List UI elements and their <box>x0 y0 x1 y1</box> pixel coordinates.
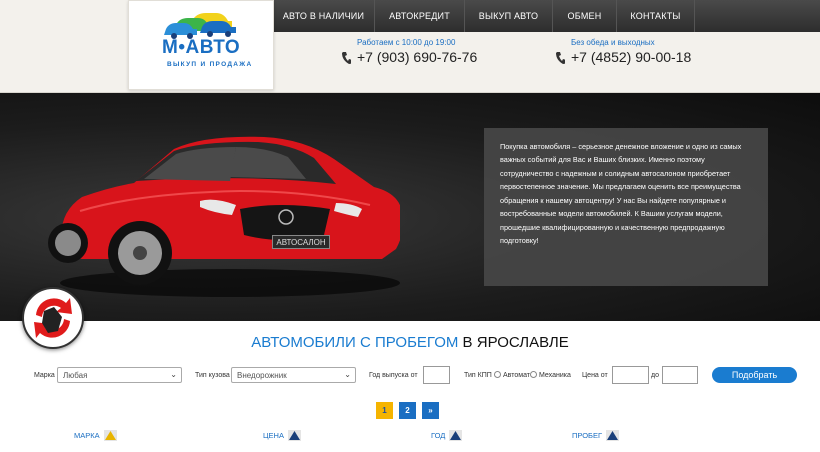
sort-asc-icon <box>287 430 301 441</box>
section-title: АВТОМОБИЛИ С ПРОБЕГОМ В ЯРОСЛАВЛЕ <box>0 334 820 351</box>
chevron-down-icon: ⌄ <box>170 370 177 379</box>
logo-cars-icon <box>164 13 236 39</box>
submit-search-button[interactable]: Подобрать <box>712 367 797 383</box>
brand-label: Марка <box>34 372 55 379</box>
sort-asc-icon <box>103 430 117 441</box>
year-from-label: Год выпуска от <box>369 372 418 379</box>
nav-item-contacts[interactable]: КОНТАКТЫ <box>617 0 695 32</box>
section-title-highlight: АВТОМОБИЛИ С ПРОБЕГОМ <box>251 334 459 351</box>
section-title-rest: В ЯРОСЛАВЛЕ <box>458 334 569 351</box>
body-type-label: Тип кузова <box>195 372 230 379</box>
site-logo[interactable]: М•АВТО выкуп и продажа <box>128 0 274 90</box>
hero-info-box: Покупка автомобиля – серьезное денежное … <box>484 128 768 286</box>
license-plate: АВТОСАЛОН <box>272 235 330 249</box>
contact-block-2: Без обеда и выходных +7 (4852) 90-00-18 <box>555 38 691 65</box>
sort-brand[interactable]: МАРКА <box>74 430 117 441</box>
sort-mileage[interactable]: ПРОБЕГ <box>572 430 620 441</box>
sort-asc-icon <box>449 430 463 441</box>
nav-item-cars-in-stock[interactable]: АВТО В НАЛИЧИИ <box>273 0 375 32</box>
brand-select[interactable]: Любая ⌄ <box>57 367 182 383</box>
page-1-button[interactable]: 1 <box>376 402 393 419</box>
page-2-button[interactable]: 2 <box>399 402 416 419</box>
price-to-input[interactable] <box>662 366 698 384</box>
gearbox-auto-radio[interactable] <box>494 371 501 378</box>
phone-icon <box>556 52 565 64</box>
gearbox-auto-label: Автомат <box>503 372 531 379</box>
contact-block-1: Работаем с 10:00 до 19:00 +7 (903) 690-7… <box>341 38 477 65</box>
gearbox-manual-label: Механика <box>539 372 571 379</box>
nav-item-buyout[interactable]: ВЫКУП АВТО <box>465 0 553 32</box>
no-break-hours: Без обеда и выходных <box>571 38 655 47</box>
red-car-image <box>48 136 400 297</box>
hero-banner: АВТОСАЛОН Покупка автомобиля – серьезное… <box>0 93 820 321</box>
sort-price-label: ЦЕНА <box>263 431 284 440</box>
chevron-down-icon: ⌄ <box>344 370 351 379</box>
next-page-button[interactable]: » <box>422 402 439 419</box>
gearbox-label: Тип КПП <box>464 372 492 379</box>
body-type-select-value: Внедорожник <box>237 371 287 380</box>
logo-wordmark: М•АВТО <box>162 37 241 58</box>
hero-description: Покупка автомобиля – серьезное денежное … <box>500 142 742 246</box>
nav-item-autocredit[interactable]: АВТОКРЕДИТ <box>375 0 465 32</box>
nav-item-exchange[interactable]: ОБМЕН <box>553 0 617 32</box>
gearbox-manual-radio[interactable] <box>530 371 537 378</box>
phone-number-2[interactable]: +7 (4852) 90-00-18 <box>571 49 691 65</box>
logo-subtitle: выкуп и продажа <box>167 61 253 68</box>
price-from-input[interactable] <box>612 366 649 384</box>
body-type-select[interactable]: Внедорожник ⌄ <box>231 367 356 383</box>
year-from-input[interactable] <box>423 366 450 384</box>
sort-year-label: ГОД <box>431 431 446 440</box>
working-hours: Работаем с 10:00 до 19:00 <box>357 38 456 47</box>
sort-mileage-label: ПРОБЕГ <box>572 431 603 440</box>
main-nav: АВТО В НАЛИЧИИ АВТОКРЕДИТ ВЫКУП АВТО ОБМ… <box>273 0 820 32</box>
price-from-label: Цена от <box>582 372 608 379</box>
brand-select-value: Любая <box>63 371 88 380</box>
price-to-label: до <box>651 372 659 379</box>
sort-price[interactable]: ЦЕНА <box>263 430 301 441</box>
search-filters: Марка Любая ⌄ Тип кузова Внедорожник ⌄ Г… <box>0 366 820 386</box>
sort-brand-label: МАРКА <box>74 431 100 440</box>
sort-asc-icon <box>606 430 620 441</box>
sort-year[interactable]: ГОД <box>431 430 463 441</box>
pagination: 1 2 » <box>376 402 439 419</box>
phone-number-1[interactable]: +7 (903) 690-76-76 <box>357 49 477 65</box>
phone-icon <box>342 52 351 64</box>
site-header: АВТО В НАЛИЧИИ АВТОКРЕДИТ ВЫКУП АВТО ОБМ… <box>0 0 820 93</box>
